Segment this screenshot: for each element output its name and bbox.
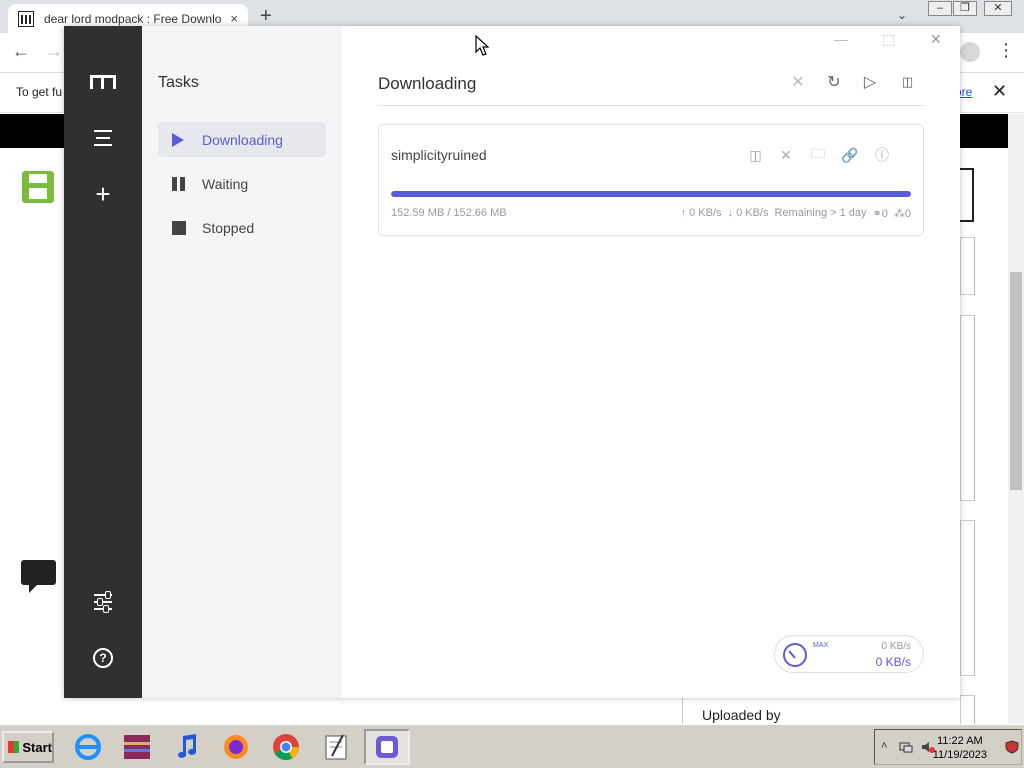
floppy-disk-icon[interactable] [22, 171, 54, 203]
peers-count: ⁂0 [893, 208, 911, 220]
back-icon[interactable]: ← [12, 41, 30, 62]
play-icon [172, 132, 186, 147]
window-maximize-icon[interactable]: ⬚ [882, 31, 895, 48]
network-icon[interactable] [899, 740, 913, 754]
page-panel [960, 520, 975, 676]
windows-flag-icon [8, 741, 20, 753]
nav-item-label: Stopped [202, 219, 255, 236]
start-button[interactable]: Start [2, 731, 54, 763]
uploaded-by-label: Uploaded by [702, 707, 781, 723]
nav-item-stopped[interactable]: Stopped [158, 210, 326, 245]
task-pause-icon[interactable]: ▯▯ [743, 145, 765, 165]
page-scrollbar-thumb[interactable] [1010, 272, 1022, 490]
archive-favicon-icon [18, 10, 34, 27]
profile-avatar-icon[interactable] [960, 42, 980, 62]
window-minimize-icon[interactable]: — [834, 31, 848, 47]
task-item[interactable]: simplicityruined ▯▯ ✕ 🗀 🔗 ⓘ 152.59 MB / … [378, 124, 924, 236]
chat-bubble-icon[interactable] [21, 560, 56, 593]
new-tab-button[interactable]: + [260, 4, 272, 28]
infobar-close-icon[interactable]: ✕ [992, 81, 1007, 102]
nav-item-label: Downloading [202, 131, 283, 148]
chrome-icon[interactable] [266, 729, 306, 765]
download-speed: ↓ 0 KB/s [727, 207, 769, 219]
motrix-taskbar-icon[interactable] [364, 729, 410, 765]
browser-menu-icon[interactable]: ⋮ [997, 40, 1015, 61]
upload-speed: ↑ 0 KB/s [680, 207, 722, 219]
window-close-icon[interactable]: ✕ [930, 31, 942, 48]
motrix-logo-icon [90, 69, 116, 95]
page-panel [960, 315, 975, 501]
music-player-icon[interactable] [167, 729, 207, 765]
page-panel [960, 695, 975, 725]
clock-time: 11:22 AM [937, 735, 983, 747]
pause-icon [172, 176, 186, 191]
restore-button[interactable]: ❐ [953, 1, 977, 16]
menu-icon[interactable] [90, 125, 116, 151]
clear-icon[interactable]: ✕ [788, 72, 808, 92]
subnav-title: Tasks [158, 74, 199, 91]
task-name: simplicityruined [391, 147, 487, 163]
refresh-icon[interactable]: ↻ [824, 72, 844, 92]
app-rail: + ? [64, 26, 142, 698]
tab-close-icon[interactable]: × [230, 11, 238, 26]
divider [682, 696, 683, 724]
security-shield-icon[interactable] [1005, 740, 1019, 754]
speedometer-icon [783, 643, 807, 667]
link-icon[interactable]: 🔗 [839, 145, 861, 165]
stop-icon [172, 220, 186, 235]
page-panel [960, 237, 975, 295]
speed-upload: 0 KB/s [881, 641, 911, 652]
task-delete-icon[interactable]: ✕ [775, 145, 797, 165]
task-actions: ▯▯ ✕ 🗀 🔗 ⓘ [743, 145, 893, 165]
speed-max-label: MAX [813, 642, 829, 649]
clock-date: 11/19/2023 [932, 749, 987, 761]
close-button[interactable]: ✕ [984, 1, 1012, 16]
header-divider [378, 105, 924, 106]
infobar-text: To get fu [16, 85, 63, 99]
tasks-subnav: Tasks Downloading Waiting Stopped [142, 26, 342, 698]
pause-all-icon[interactable]: ▯▯ [896, 72, 916, 92]
add-task-icon[interactable]: + [90, 179, 116, 209]
tray-expand-icon[interactable]: ˄ [881, 740, 895, 754]
taskbar: Start ˄ 11:22 AM 11/19/2023 [0, 724, 1024, 768]
mouse-cursor-icon [475, 35, 489, 56]
main-panel: — ⬚ ✕ Downloading ✕ ↻ ▷ ▯▯ simplicityrui… [342, 26, 960, 698]
page-title: Downloading [378, 74, 477, 93]
task-progress-bar [391, 191, 911, 197]
speed-download: 0 KB/s [875, 655, 911, 669]
firefox-icon[interactable] [216, 729, 256, 765]
speedometer[interactable]: MAX 0 KB/s 0 KB/s [774, 635, 924, 673]
nav-item-label: Waiting [202, 175, 249, 192]
text-editor-icon[interactable] [316, 729, 356, 765]
remaining-time: Remaining > 1 day [774, 207, 867, 219]
forward-icon[interactable]: → [45, 41, 63, 62]
folder-icon[interactable]: 🗀 [807, 145, 829, 165]
start-label: Start [22, 739, 52, 755]
tab-search-icon[interactable]: ⌄ [897, 8, 907, 22]
task-stats: ↑ 0 KB/s ↓ 0 KB/s Remaining > 1 day ⚭0 ⁂… [681, 207, 911, 220]
nav-item-downloading[interactable]: Downloading [158, 122, 326, 157]
nav-item-waiting[interactable]: Waiting [158, 166, 326, 201]
motrix-window: + ? Tasks Downloading Waiting Stopped — … [64, 26, 960, 698]
preferences-icon[interactable] [90, 589, 116, 615]
winrar-icon[interactable] [117, 729, 157, 765]
tab-title: dear lord modpack : Free Download [44, 11, 222, 26]
internet-explorer-icon[interactable] [68, 729, 108, 765]
info-icon[interactable]: ⓘ [871, 145, 893, 165]
help-icon[interactable]: ? [90, 645, 116, 671]
task-progress-fill [391, 191, 911, 197]
connections-count: ⚭0 [872, 208, 888, 220]
minimize-button[interactable]: – [928, 1, 952, 16]
resume-all-icon[interactable]: ▷ [860, 72, 880, 92]
task-size: 152.59 MB / 152.66 MB [391, 207, 507, 219]
system-tray: ˄ 11:22 AM 11/19/2023 [874, 729, 1022, 765]
clock[interactable]: 11:22 AM 11/19/2023 [933, 734, 987, 762]
